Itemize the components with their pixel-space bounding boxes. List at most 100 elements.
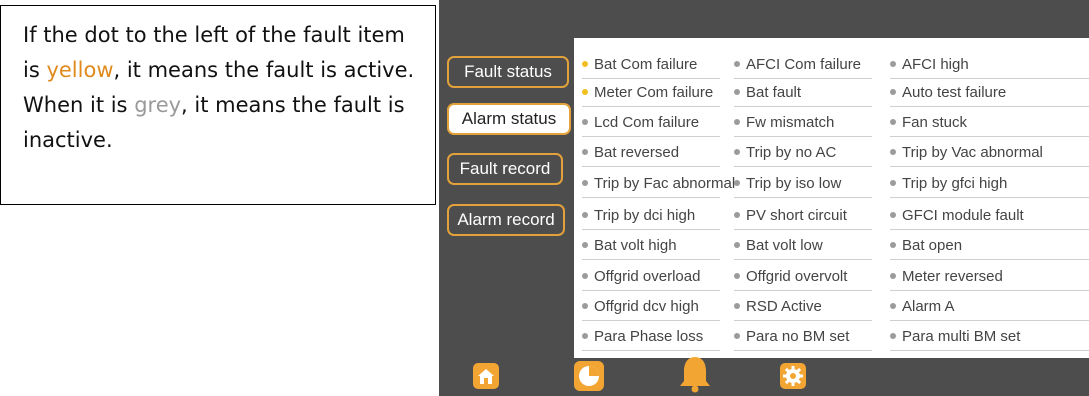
fault-row: Offgrid overload Offgrid overvolt Meter re… (574, 262, 1089, 291)
inactive-dot-icon (734, 212, 740, 218)
fault-item-label: Trip by Vac abnormal (902, 144, 1043, 161)
device-screen: Fault status Alarm status Fault record A… (439, 0, 1089, 396)
fault-item: Trip by no AC (734, 138, 872, 167)
explanation-callout: If the dot to the left of the fault item… (0, 5, 436, 205)
inactive-dot-icon (734, 273, 740, 279)
inactive-dot-icon (890, 89, 896, 95)
fault-item: RSD Active (734, 292, 872, 321)
inactive-dot-icon (734, 180, 740, 186)
inactive-dot-icon (890, 303, 896, 309)
fault-row: Lcd Com failure Fw mismatch Fan stuck (574, 108, 1089, 137)
fault-item-label: Fan stuck (902, 114, 968, 131)
inactive-dot-icon (890, 119, 896, 125)
fault-item: Trip by Vac abnormal (890, 138, 1089, 167)
fault-item-label: Meter reversed (902, 268, 1003, 285)
fault-item-label: Fw mismatch (746, 114, 835, 131)
fault-item-label: Bat volt high (594, 237, 677, 254)
fault-item: Para Phase loss (582, 322, 720, 351)
fault-item: Trip by iso low (734, 169, 872, 198)
fault-item: PV short circuit (734, 201, 872, 230)
fault-row: Meter Com failure Bat fault Auto test fail… (574, 78, 1089, 107)
inactive-dot-icon (734, 89, 740, 95)
fault-row: Trip by dci high PV short circuit GFCI mod… (574, 201, 1089, 230)
fault-item: Fan stuck (890, 108, 1089, 137)
fault-item-label: Trip by iso low (746, 175, 842, 192)
inactive-dot-icon (582, 119, 588, 125)
fault-item-label: PV short circuit (746, 207, 847, 224)
inactive-dot-icon (734, 149, 740, 155)
fault-item: Bat fault (734, 78, 872, 107)
fault-item: AFCI high (890, 50, 1089, 79)
alarm-status-button[interactable]: Alarm status (447, 103, 571, 135)
fault-item: Bat volt low (734, 231, 872, 260)
fault-item-label: Alarm A (902, 298, 955, 315)
fault-item-label: Bat volt low (746, 237, 823, 254)
fault-item-label: AFCI high (902, 56, 969, 73)
fault-row: Trip by Fac abnormal Trip by iso low Trip … (574, 169, 1089, 198)
fault-status-button[interactable]: Fault status (447, 56, 569, 88)
inactive-dot-icon (734, 242, 740, 248)
fault-item-label: Para no BM set (746, 328, 850, 345)
fault-item: Offgrid overvolt (734, 262, 872, 291)
fault-item-label: Para multi BM set (902, 328, 1021, 345)
inactive-dot-icon (582, 242, 588, 248)
inactive-dot-icon (890, 149, 896, 155)
fault-item-label: Offgrid overload (594, 268, 701, 285)
inactive-dot-icon (582, 303, 588, 309)
fault-item-label: Trip by no AC (746, 144, 837, 161)
callout-yellow-word: yellow (46, 58, 114, 82)
fault-item: Alarm A (890, 292, 1089, 321)
fault-list-panel: Bat Com failure AFCI Com failure AFCI high… (574, 38, 1089, 358)
fault-item-label: Trip by gfci high (902, 175, 1008, 192)
fault-item-label: Meter Com failure (594, 84, 714, 101)
fault-item: Bat reversed (582, 138, 720, 167)
fault-item-label: Offgrid dcv high (594, 298, 699, 315)
fault-item: Para multi BM set (890, 322, 1089, 351)
fault-item: Auto test failure (890, 78, 1089, 107)
alarm-record-button[interactable]: Alarm record (447, 204, 565, 236)
fault-item: Offgrid dcv high (582, 292, 720, 321)
pie-chart-icon[interactable] (573, 360, 605, 392)
bell-icon[interactable] (677, 355, 713, 393)
fault-record-button[interactable]: Fault record (447, 153, 563, 185)
fault-item-label: GFCI module fault (902, 207, 1024, 224)
fault-item: GFCI module fault (890, 201, 1089, 230)
inactive-dot-icon (734, 333, 740, 339)
fault-item: Trip by dci high (582, 201, 720, 230)
fault-item: Bat open (890, 231, 1089, 260)
fault-row: Bat volt high Bat volt low Bat open (574, 231, 1089, 260)
fault-row: Bat Com failure AFCI Com failure AFCI high (574, 50, 1089, 79)
fault-item: Meter reversed (890, 262, 1089, 291)
fault-item-label: Offgrid overvolt (746, 268, 848, 285)
inactive-dot-icon (582, 180, 588, 186)
inactive-dot-icon (890, 242, 896, 248)
fault-item: Bat volt high (582, 231, 720, 260)
fault-item-label: Para Phase loss (594, 328, 704, 345)
inactive-dot-icon (582, 149, 588, 155)
inactive-dot-icon (582, 333, 588, 339)
fault-item: Meter Com failure (582, 78, 720, 107)
active-dot-icon (582, 89, 588, 95)
gear-icon[interactable] (779, 362, 807, 390)
active-dot-icon (582, 61, 588, 67)
inactive-dot-icon (734, 61, 740, 67)
inactive-dot-icon (582, 212, 588, 218)
fault-row: Para Phase loss Para no BM set Para multi … (574, 322, 1089, 351)
fault-item-label: Trip by dci high (594, 207, 696, 224)
fault-item: Fw mismatch (734, 108, 872, 137)
inactive-dot-icon (890, 273, 896, 279)
fault-item-label: Bat fault (746, 84, 802, 101)
fault-item: Lcd Com failure (582, 108, 720, 137)
inactive-dot-icon (890, 180, 896, 186)
callout-grey-word: grey (134, 93, 182, 117)
fault-item: Trip by Fac abnormal (582, 169, 735, 198)
home-icon[interactable] (472, 362, 500, 390)
fault-item: Para no BM set (734, 322, 872, 351)
fault-item: Bat Com failure (582, 50, 720, 79)
fault-item-label: Bat reversed (594, 144, 680, 161)
inactive-dot-icon (734, 303, 740, 309)
inactive-dot-icon (734, 119, 740, 125)
fault-item-label: Auto test failure (902, 84, 1007, 101)
fault-row: Offgrid dcv high RSD Active Alarm A (574, 292, 1089, 321)
fault-item-label: RSD Active (746, 298, 822, 315)
